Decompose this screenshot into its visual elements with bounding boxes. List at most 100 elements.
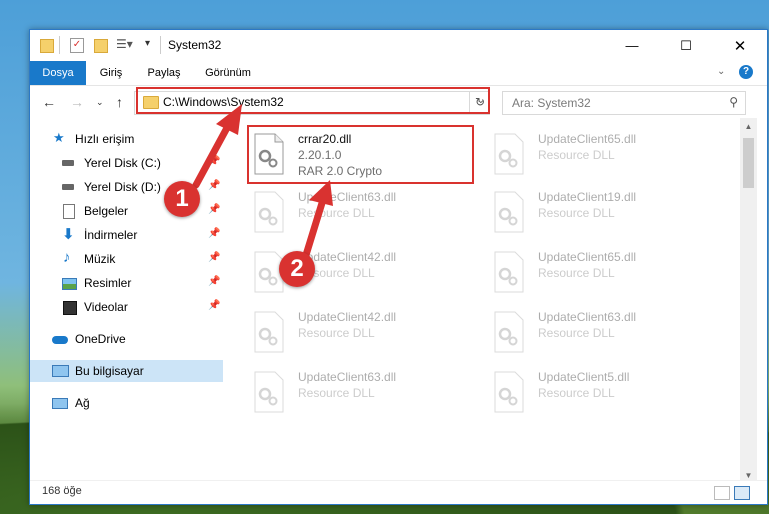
file-description: Resource DLL <box>538 266 615 280</box>
large-icons-view-icon[interactable] <box>734 486 750 500</box>
file-tile[interactable]: UpdateClient19.dll Resource DLL <box>491 186 723 242</box>
nav-item-label: Belgeler <box>84 204 129 218</box>
nav-item-downloads[interactable]: ⬇ İndirmeler 📌 <box>30 224 223 246</box>
nav-item-quick-access[interactable]: ★ Hızlı erişim <box>30 128 223 150</box>
nav-item-videos[interactable]: Videolar 📌 <box>30 296 223 318</box>
scrollbar-thumb[interactable] <box>743 138 754 188</box>
cloud-icon <box>52 336 68 344</box>
file-name: UpdateClient63.dll <box>538 310 637 324</box>
file-description: Resource DLL <box>298 326 375 340</box>
status-bar: 168 öğe <box>30 480 767 504</box>
file-tile[interactable]: UpdateClient65.dll Resource DLL <box>491 246 723 302</box>
dll-file-icon <box>254 311 284 353</box>
dll-file-icon <box>254 191 284 233</box>
file-tile[interactable]: UpdateClient63.dll Resource DLL <box>251 186 483 242</box>
address-bar-highlight <box>136 87 490 114</box>
pin-icon[interactable]: 📌 <box>208 300 220 311</box>
search-icon[interactable]: ⚲ <box>729 95 738 109</box>
nav-item-label: Resimler <box>84 276 132 290</box>
scroll-up-icon[interactable]: ▲ <box>740 118 757 135</box>
dll-file-icon <box>494 371 524 413</box>
nav-item-label: Videolar <box>84 300 128 314</box>
tab-dosya[interactable]: Dosya <box>30 61 86 85</box>
recent-locations-chevron-icon[interactable]: ⌄ <box>96 97 104 108</box>
search-input[interactable]: Ara: System32 <box>512 96 591 110</box>
navigation-pane: ★ Hızlı erişim Yerel Disk (C:) 📌 Yerel D… <box>30 124 223 484</box>
customize-toolbar-icon[interactable]: ☰▾ <box>116 37 133 53</box>
dll-file-icon <box>494 251 524 293</box>
nav-item-label: Ağ <box>75 396 90 410</box>
pin-icon[interactable]: 📌 <box>208 180 220 191</box>
tab-giris[interactable]: Giriş <box>90 61 132 85</box>
pin-icon[interactable]: 📌 <box>208 228 220 239</box>
item-count: 168 öğe <box>42 485 82 497</box>
dll-file-icon <box>494 133 524 175</box>
nav-item-pictures[interactable]: Resimler 📌 <box>30 272 223 294</box>
file-name: UpdateClient63.dll <box>298 370 397 384</box>
nav-item-label: OneDrive <box>75 332 126 346</box>
step-badge-1: 1 <box>164 181 200 217</box>
document-icon <box>63 204 75 219</box>
download-icon: ⬇ <box>62 226 75 243</box>
pin-icon[interactable]: 📌 <box>208 252 220 263</box>
file-name: UpdateClient65.dll <box>538 250 637 264</box>
divider <box>59 36 60 54</box>
minimize-button[interactable]: — <box>609 30 655 61</box>
nav-item-label: Hızlı erişim <box>75 132 135 146</box>
nav-item-label: İndirmeler <box>84 228 138 242</box>
search-box[interactable]: Ara: System32 ⚲ <box>502 91 746 115</box>
nav-item-this-pc[interactable]: Bu bilgisayar <box>30 360 223 382</box>
file-tile[interactable]: UpdateClient63.dll Resource DLL <box>251 366 483 422</box>
pin-icon[interactable]: 📌 <box>208 204 220 215</box>
tab-paylas[interactable]: Paylaş <box>140 61 188 85</box>
file-name: UpdateClient19.dll <box>538 190 637 204</box>
nav-item-network[interactable]: Ağ <box>30 392 223 414</box>
pin-icon[interactable]: 📌 <box>208 276 220 287</box>
file-tile[interactable]: UpdateClient63.dll Resource DLL <box>491 306 723 362</box>
close-button[interactable]: ✕ <box>717 30 763 61</box>
back-arrow-icon[interactable]: ← <box>42 94 56 110</box>
nav-item-local-disk-c[interactable]: Yerel Disk (C:) 📌 <box>30 152 223 174</box>
details-view-icon[interactable] <box>714 486 730 500</box>
expand-ribbon-icon[interactable]: ⌄ <box>717 66 725 77</box>
window-title: System32 <box>168 38 222 52</box>
nav-item-label: Müzik <box>84 252 116 266</box>
file-name: UpdateClient65.dll <box>538 132 637 146</box>
file-description: Resource DLL <box>538 386 615 400</box>
file-name: UpdateClient42.dll <box>298 310 397 324</box>
file-description: Resource DLL <box>538 148 615 162</box>
help-icon[interactable]: ? <box>739 65 753 79</box>
up-arrow-icon[interactable]: ↑ <box>116 94 123 110</box>
dll-file-icon <box>254 371 284 413</box>
computer-icon <box>52 365 69 377</box>
divider <box>160 36 161 54</box>
file-tile[interactable]: UpdateClient65.dll Resource DLL <box>491 128 723 184</box>
maximize-button[interactable]: ☐ <box>663 30 709 61</box>
star-icon: ★ <box>53 130 65 145</box>
step-badge-2: 2 <box>279 251 315 287</box>
file-tile[interactable]: UpdateClient5.dll Resource DLL <box>491 366 723 422</box>
vertical-scrollbar[interactable]: ▲ ▼ <box>740 118 757 484</box>
file-highlight <box>247 125 474 184</box>
tab-gorunum[interactable]: Görünüm <box>200 61 256 85</box>
toolbar-dropdown-icon[interactable]: ▾ <box>145 38 150 54</box>
pin-icon[interactable]: 📌 <box>208 156 220 167</box>
nav-item-label: Bu bilgisayar <box>75 364 144 378</box>
nav-item-onedrive[interactable]: OneDrive <box>30 328 223 350</box>
properties-icon[interactable]: ✓ <box>70 38 84 53</box>
nav-item-label: Yerel Disk (C:) <box>84 156 161 170</box>
ribbon-tabs: Dosya Giriş Paylaş Görünüm ⌄ ? <box>30 61 767 86</box>
video-icon <box>63 301 77 315</box>
file-description: Resource DLL <box>298 206 375 220</box>
title-bar: ✓ ☰▾ ▾ System32 — ☐ ✕ <box>30 30 767 61</box>
file-tile[interactable]: UpdateClient42.dll Resource DLL <box>251 306 483 362</box>
file-name: UpdateClient63.dll <box>298 190 397 204</box>
file-description: Resource DLL <box>538 206 615 220</box>
forward-arrow-icon[interactable]: → <box>70 94 84 110</box>
music-icon: ♪ <box>63 249 71 266</box>
folder-icon <box>40 39 54 53</box>
dll-file-icon <box>494 191 524 233</box>
nav-item-music[interactable]: ♪ Müzik 📌 <box>30 248 223 270</box>
new-folder-icon[interactable] <box>94 39 108 53</box>
file-description: Resource DLL <box>298 386 375 400</box>
